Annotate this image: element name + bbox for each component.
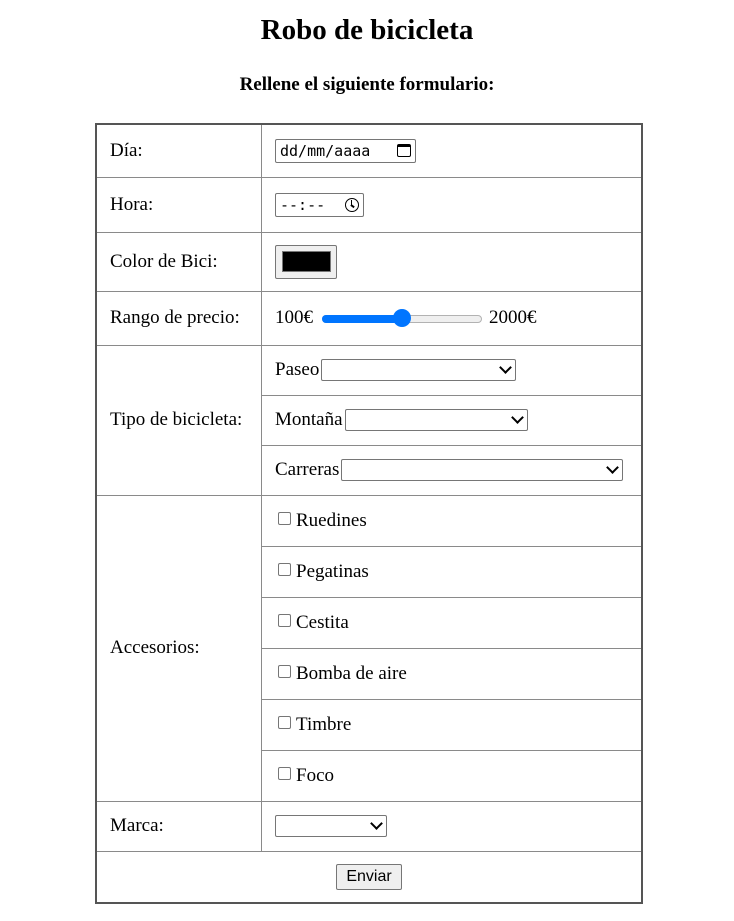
chevron-down-icon	[499, 361, 513, 374]
accessory-option[interactable]: Bomba de aire	[275, 663, 628, 685]
color-label: Color de Bici:	[95, 231, 262, 292]
foco-checkbox[interactable]	[278, 767, 291, 780]
accessories-label: Accesorios:	[95, 494, 262, 802]
brand-label: Marca:	[95, 800, 262, 852]
slider-fill	[322, 315, 402, 323]
slider-thumb[interactable]	[393, 309, 411, 327]
pegatinas-label: Pegatinas	[296, 560, 369, 582]
accessory-option[interactable]: Ruedines	[275, 510, 628, 532]
bike-type-label: Tipo de bicicleta:	[95, 344, 262, 496]
accessory-option[interactable]: Cestita	[275, 612, 628, 634]
color-swatch	[281, 251, 331, 272]
carreras-label: Carreras	[275, 459, 340, 480]
bomba-de-aire-label: Bomba de aire	[296, 662, 407, 684]
accessory-option[interactable]: Pegatinas	[275, 561, 628, 583]
montana-label: Montaña	[275, 409, 343, 430]
carreras-select[interactable]	[341, 459, 624, 481]
hour-label: Hora:	[95, 176, 262, 233]
brand-select[interactable]	[275, 815, 387, 837]
timbre-checkbox[interactable]	[278, 716, 291, 729]
cestita-label: Cestita	[296, 611, 349, 633]
pegatinas-checkbox[interactable]	[278, 563, 291, 576]
hour-time-input[interactable]: --:--	[275, 192, 364, 217]
accessory-option[interactable]: Foco	[275, 765, 628, 787]
calendar-icon[interactable]	[397, 144, 411, 158]
cestita-checkbox[interactable]	[278, 614, 291, 627]
chevron-down-icon	[606, 461, 620, 474]
time-placeholder: --:--	[280, 195, 326, 214]
foco-label: Foco	[296, 764, 334, 786]
paseo-select[interactable]	[321, 359, 517, 381]
page-subtitle: Rellene el siguiente formulario:	[239, 74, 495, 95]
bike-theft-form: Día: dd/mm/aaaa Hora: --:-- Color de Bic…	[95, 123, 643, 904]
chevron-down-icon	[510, 411, 524, 424]
page-title: Robo de bicicleta	[260, 14, 474, 46]
price-range-label: Rango de precio:	[95, 290, 262, 346]
chevron-down-icon	[370, 817, 383, 830]
price-range-slider[interactable]	[322, 309, 482, 327]
timbre-label: Timbre	[296, 713, 352, 735]
montana-select[interactable]	[344, 409, 528, 431]
price-min-label: 100€	[275, 307, 313, 328]
day-date-input[interactable]: dd/mm/aaaa	[275, 138, 416, 163]
ruedines-label: Ruedines	[296, 509, 367, 531]
date-placeholder: dd/mm/aaaa	[280, 141, 371, 160]
submit-button[interactable]: Enviar	[336, 863, 402, 890]
bike-color-picker[interactable]	[275, 244, 337, 279]
ruedines-checkbox[interactable]	[278, 512, 291, 525]
paseo-label: Paseo	[275, 359, 320, 380]
bomba-de-aire-checkbox[interactable]	[278, 665, 291, 678]
accessory-option[interactable]: Timbre	[275, 714, 628, 736]
clock-icon[interactable]	[345, 197, 359, 212]
price-max-label: 2000€	[489, 307, 537, 328]
day-label: Día:	[95, 123, 262, 178]
